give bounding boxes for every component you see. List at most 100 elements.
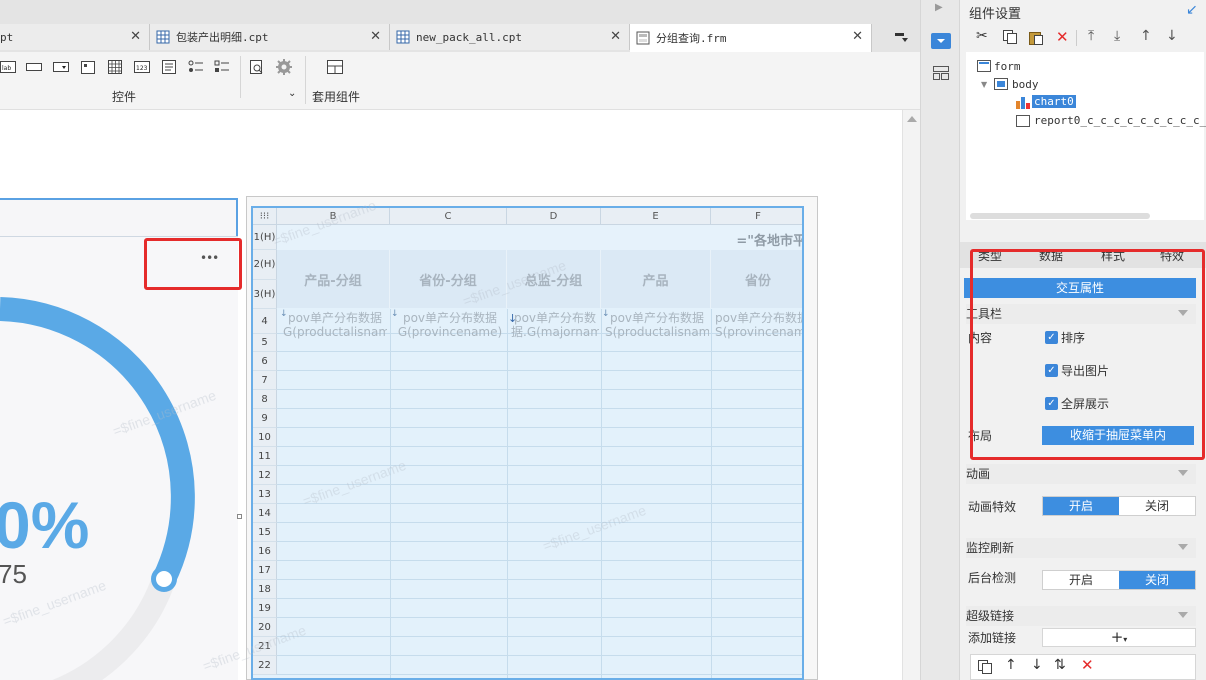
row-header[interactable]: 11 bbox=[253, 447, 277, 466]
move-bottom-icon[interactable]: ⤓ bbox=[1114, 28, 1120, 44]
row-header[interactable]: 10 bbox=[253, 428, 277, 447]
animation-section-header[interactable]: 动画 bbox=[966, 464, 1196, 484]
checkbox-group-widget-icon[interactable] bbox=[213, 58, 231, 76]
expand-right-icon[interactable]: ▶ bbox=[935, 2, 943, 13]
number-widget-icon[interactable]: 123 bbox=[133, 58, 151, 76]
tree-hscrollbar[interactable] bbox=[970, 213, 1150, 219]
textarea-widget-icon[interactable] bbox=[160, 58, 178, 76]
sort-icon[interactable]: ⇅ bbox=[1054, 657, 1066, 673]
resize-handle[interactable] bbox=[237, 514, 242, 519]
expand-down-icon: ↓ bbox=[508, 312, 518, 325]
chevron-down-icon bbox=[1178, 544, 1188, 550]
data-cell[interactable]: pov单产分布数据.G(majorname) bbox=[511, 311, 599, 355]
tree-node-chart0[interactable]: chart0 bbox=[1032, 95, 1076, 108]
tree-node-body[interactable]: body bbox=[1012, 78, 1039, 91]
monitor-on-option[interactable]: 开启 bbox=[1043, 571, 1119, 589]
tab-menu-icon[interactable] bbox=[893, 30, 909, 44]
expand-down-icon: ↓ bbox=[280, 309, 288, 319]
move-down-icon[interactable]: ↓ bbox=[1166, 28, 1178, 44]
search-widget-icon[interactable] bbox=[248, 58, 266, 76]
close-icon[interactable]: ✕ bbox=[130, 29, 141, 44]
monitor-toggle: 开启 关闭 bbox=[1042, 570, 1196, 590]
animation-off-option[interactable]: 关闭 bbox=[1119, 497, 1195, 515]
tree-node-report0[interactable]: report0_c_c_c_c_c_c_c_c_c_c bbox=[1034, 114, 1206, 127]
tab-file-3[interactable]: new_pack_all.cpt ✕ bbox=[390, 24, 630, 50]
widget-library-icon[interactable] bbox=[931, 64, 951, 82]
tree-expand-icon[interactable]: ▼ bbox=[981, 80, 987, 89]
radio-group-widget-icon[interactable] bbox=[187, 58, 205, 76]
row-header[interactable]: 19 bbox=[253, 599, 277, 618]
move-top-icon[interactable]: ⤒ bbox=[1088, 28, 1094, 44]
delete-icon[interactable]: ✕ bbox=[1056, 28, 1069, 46]
chevron-down-icon[interactable]: ⌄ bbox=[288, 88, 296, 99]
tab-label: pt bbox=[0, 30, 14, 44]
data-cell[interactable]: pov单产分布数据S(provincename) bbox=[715, 311, 802, 355]
delete-icon[interactable]: ✕ bbox=[1081, 656, 1094, 674]
label-widget-icon[interactable]: lab bbox=[0, 58, 16, 76]
body-icon bbox=[994, 78, 1008, 90]
close-icon[interactable]: ✕ bbox=[610, 29, 621, 44]
copy-icon[interactable] bbox=[977, 659, 993, 675]
data-cell[interactable]: pov单产分布数据S(productalisname) bbox=[605, 311, 709, 355]
tab-file-2[interactable]: 包装产出明细.cpt ✕ bbox=[150, 24, 390, 50]
copy-icon[interactable] bbox=[1002, 29, 1018, 45]
cut-icon[interactable]: ✂ bbox=[976, 28, 988, 44]
title-formula-cell[interactable]: ="各地市平 bbox=[736, 230, 802, 249]
tab-file-active[interactable]: 分组查询.frm ✕ bbox=[630, 24, 872, 52]
tree-node-form[interactable]: form bbox=[994, 60, 1021, 73]
pin-icon[interactable]: ↙ bbox=[1186, 2, 1198, 18]
animation-effect-label: 动画特效 bbox=[968, 500, 1017, 514]
combobox-widget-icon[interactable] bbox=[52, 58, 70, 76]
row-header[interactable]: 22 bbox=[253, 656, 277, 675]
move-up-icon[interactable]: ↑ bbox=[1005, 657, 1017, 673]
column-header[interactable]: D bbox=[507, 208, 601, 225]
gear-icon[interactable] bbox=[275, 58, 293, 76]
add-link-button[interactable]: +▾ bbox=[1042, 628, 1196, 647]
row-header[interactable]: 7 bbox=[253, 371, 277, 390]
hyperlink-section-header[interactable]: 超级链接 bbox=[966, 606, 1196, 626]
monitor-section-header[interactable]: 监控刷新 bbox=[966, 538, 1196, 558]
close-icon[interactable]: ✕ bbox=[852, 29, 863, 44]
grid-corner[interactable]: ⁝⁝⁝ bbox=[253, 208, 277, 225]
paste-icon[interactable] bbox=[1028, 29, 1044, 45]
close-icon[interactable]: ✕ bbox=[370, 29, 381, 44]
layout-widget-icon[interactable] bbox=[326, 58, 344, 76]
header-cell[interactable]: 产品 bbox=[601, 250, 711, 308]
row-header[interactable]: 5 bbox=[253, 334, 277, 352]
canvas-scrollbar[interactable] bbox=[902, 110, 920, 680]
tab-file-1[interactable]: pt ✕ bbox=[0, 24, 150, 50]
row-header[interactable]: 2(H) bbox=[253, 250, 277, 280]
report-file-icon bbox=[396, 30, 410, 44]
row-header[interactable]: 16 bbox=[253, 542, 277, 561]
row-header[interactable]: 18 bbox=[253, 580, 277, 599]
calendar-widget-icon[interactable] bbox=[106, 58, 124, 76]
animation-on-option[interactable]: 开启 bbox=[1043, 497, 1119, 515]
header-cell[interactable]: 产品-分组 bbox=[277, 250, 390, 308]
row-header[interactable]: 12 bbox=[253, 466, 277, 485]
row-header[interactable]: 8 bbox=[253, 390, 277, 409]
move-down-icon[interactable]: ↓ bbox=[1031, 657, 1043, 673]
date-widget-icon[interactable] bbox=[79, 58, 97, 76]
row-header[interactable]: 9 bbox=[253, 409, 277, 428]
row-header[interactable]: 13 bbox=[253, 485, 277, 504]
header-cell[interactable]: 省份 bbox=[711, 250, 802, 308]
column-header[interactable]: E bbox=[601, 208, 711, 225]
chevron-down-icon bbox=[1178, 470, 1188, 476]
data-cell[interactable]: pov单产分布数据G(provincename) bbox=[396, 311, 504, 355]
row-header[interactable]: 4 bbox=[253, 309, 277, 334]
row-header[interactable]: 3(H) bbox=[253, 280, 277, 309]
svg-text:lab: lab bbox=[2, 65, 11, 72]
column-header[interactable]: C bbox=[390, 208, 507, 225]
move-up-icon[interactable]: ↑ bbox=[1140, 28, 1152, 44]
textbox-widget-icon[interactable] bbox=[25, 58, 43, 76]
column-header[interactable]: F bbox=[711, 208, 802, 225]
controls-group-label: 控件 bbox=[112, 90, 137, 104]
data-cell[interactable]: pov单产分布数据G(productalisname) bbox=[283, 311, 387, 355]
row-header[interactable]: 15 bbox=[253, 523, 277, 542]
row-header[interactable]: 6 bbox=[253, 352, 277, 371]
row-header[interactable]: 14 bbox=[253, 504, 277, 523]
row-header[interactable]: 17 bbox=[253, 561, 277, 580]
monitor-off-option[interactable]: 关闭 bbox=[1119, 571, 1195, 589]
tab-bar: pt ✕ 包装产出明细.cpt ✕ new_pack_all.cpt ✕ 分组查… bbox=[0, 0, 920, 52]
component-settings-icon[interactable] bbox=[931, 33, 951, 49]
